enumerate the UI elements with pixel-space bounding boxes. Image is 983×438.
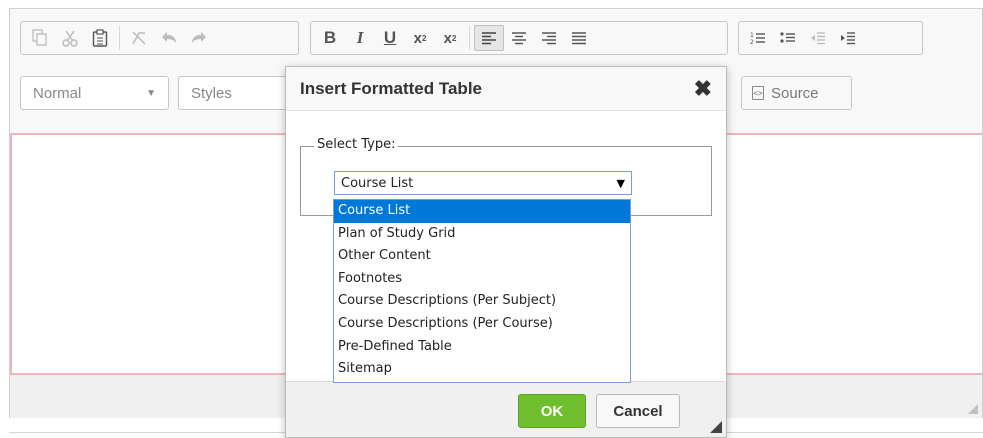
paste-icon[interactable] xyxy=(85,25,115,51)
cut-icon[interactable] xyxy=(55,25,85,51)
dialog-footer: OK Cancel xyxy=(286,381,726,437)
italic-icon[interactable]: I xyxy=(345,25,375,51)
dropdown-option-course-descriptions-per-course[interactable]: Course Descriptions (Per Course) xyxy=(334,313,630,336)
editor-resize-grip[interactable] xyxy=(968,404,978,414)
source-button[interactable]: <> Source xyxy=(741,76,852,110)
dropdown-option-plan-of-study-grid[interactable]: Plan of Study Grid xyxy=(334,223,630,246)
underline-icon[interactable]: U xyxy=(375,25,405,51)
subscript-icon[interactable]: x2 xyxy=(435,25,465,51)
select-type-legend: Select Type: xyxy=(314,137,399,152)
toolbar-group-formatting: B I U x2 x2 xyxy=(310,21,728,55)
source-button-label: Source xyxy=(771,84,819,102)
ok-button[interactable]: OK xyxy=(518,394,586,428)
dialog-title: Insert Formatted Table xyxy=(300,78,482,98)
source-icon: <> xyxy=(752,86,764,100)
svg-text:1: 1 xyxy=(750,32,754,39)
format-combo-value: Normal xyxy=(33,84,82,102)
dropdown-option-other-content[interactable]: Other Content xyxy=(334,245,630,268)
styles-combo[interactable]: Styles xyxy=(178,76,298,110)
copy-icon[interactable] xyxy=(25,25,55,51)
align-left-icon[interactable] xyxy=(474,25,504,51)
cancel-button[interactable]: Cancel xyxy=(596,394,680,428)
remove-format-icon[interactable] xyxy=(124,25,154,51)
toolbar-separator xyxy=(119,26,120,50)
table-type-dropdown-list: Course List Plan of Study Grid Other Con… xyxy=(333,199,631,383)
dropdown-option-sitemap[interactable]: Sitemap xyxy=(334,358,630,381)
dialog-resize-grip[interactable] xyxy=(710,421,722,433)
toolbar-group-clipboard xyxy=(20,21,299,55)
dialog-titlebar[interactable]: Insert Formatted Table ✖ xyxy=(286,67,726,111)
align-center-icon[interactable] xyxy=(504,25,534,51)
dropdown-arrow-icon: ▼ xyxy=(616,176,625,190)
align-right-icon[interactable] xyxy=(534,25,564,51)
table-type-select[interactable]: Course List ▼ xyxy=(334,171,632,195)
format-combo[interactable]: Normal ▼ xyxy=(20,76,169,110)
chevron-down-icon: ▼ xyxy=(146,87,156,99)
toolbar-separator xyxy=(469,26,470,50)
styles-combo-value: Styles xyxy=(191,84,232,102)
dropdown-option-course-descriptions-per-subject[interactable]: Course Descriptions (Per Subject) xyxy=(334,290,630,313)
bulleted-list-icon[interactable] xyxy=(773,25,803,51)
undo-icon[interactable] xyxy=(154,25,184,51)
redo-icon[interactable] xyxy=(184,25,214,51)
superscript-icon[interactable]: x2 xyxy=(405,25,435,51)
dropdown-option-footnotes[interactable]: Footnotes xyxy=(334,268,630,291)
numbered-list-icon[interactable]: 12 xyxy=(743,25,773,51)
dropdown-option-pre-defined-table[interactable]: Pre-Defined Table xyxy=(334,336,630,359)
close-icon[interactable]: ✖ xyxy=(694,77,712,100)
bold-icon[interactable]: B xyxy=(315,25,345,51)
indent-icon[interactable] xyxy=(833,25,863,51)
dropdown-option-course-list[interactable]: Course List xyxy=(334,200,630,223)
justify-icon[interactable] xyxy=(564,25,594,51)
toolbar-group-lists: 12 xyxy=(738,21,923,55)
table-type-select-value: Course List xyxy=(341,175,414,191)
svg-text:2: 2 xyxy=(750,39,754,45)
outdent-icon[interactable] xyxy=(803,25,833,51)
